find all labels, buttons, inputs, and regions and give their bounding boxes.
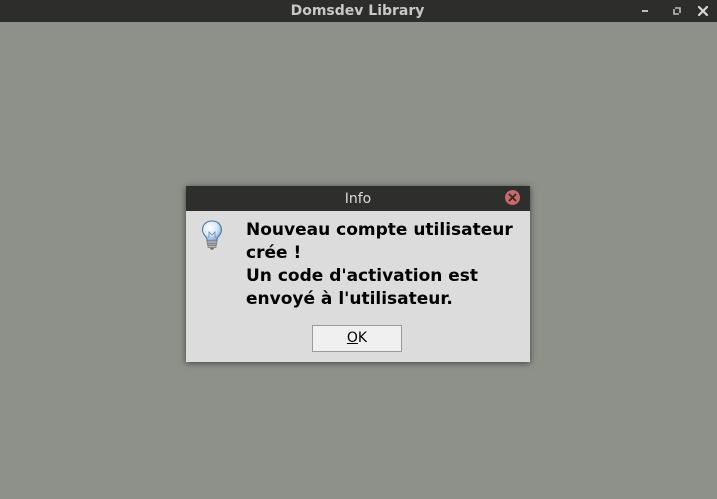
dialog-close-icon[interactable]: [505, 190, 520, 205]
restore-icon[interactable]: [669, 3, 685, 19]
message-line: Un code d'activation est: [246, 266, 479, 286]
ok-button[interactable]: OK: [312, 325, 402, 352]
message-line: crée !: [246, 243, 302, 263]
app-window: Domsdev Library Info Nouveau compte util…: [0, 0, 717, 499]
dialog-titlebar[interactable]: Info: [186, 186, 530, 211]
window-title: Domsdev Library: [290, 3, 425, 19]
dialog-message: Nouveau compte utilisateur crée ! Un cod…: [246, 219, 526, 311]
info-dialog: Info Nouveau compte utilisateur crée ! U…: [186, 186, 530, 362]
message-line: envoyé à l'utilisateur.: [246, 289, 453, 309]
minimize-icon[interactable]: [638, 3, 654, 19]
message-line: Nouveau compte utilisateur: [246, 220, 513, 240]
dialog-title: Info: [344, 191, 372, 207]
ok-button-mnemonic: O: [346, 330, 358, 346]
lightbulb-info-icon: [200, 219, 224, 251]
window-titlebar[interactable]: Domsdev Library: [0, 0, 717, 22]
ok-button-label: K: [357, 330, 368, 346]
close-icon[interactable]: [695, 3, 711, 19]
